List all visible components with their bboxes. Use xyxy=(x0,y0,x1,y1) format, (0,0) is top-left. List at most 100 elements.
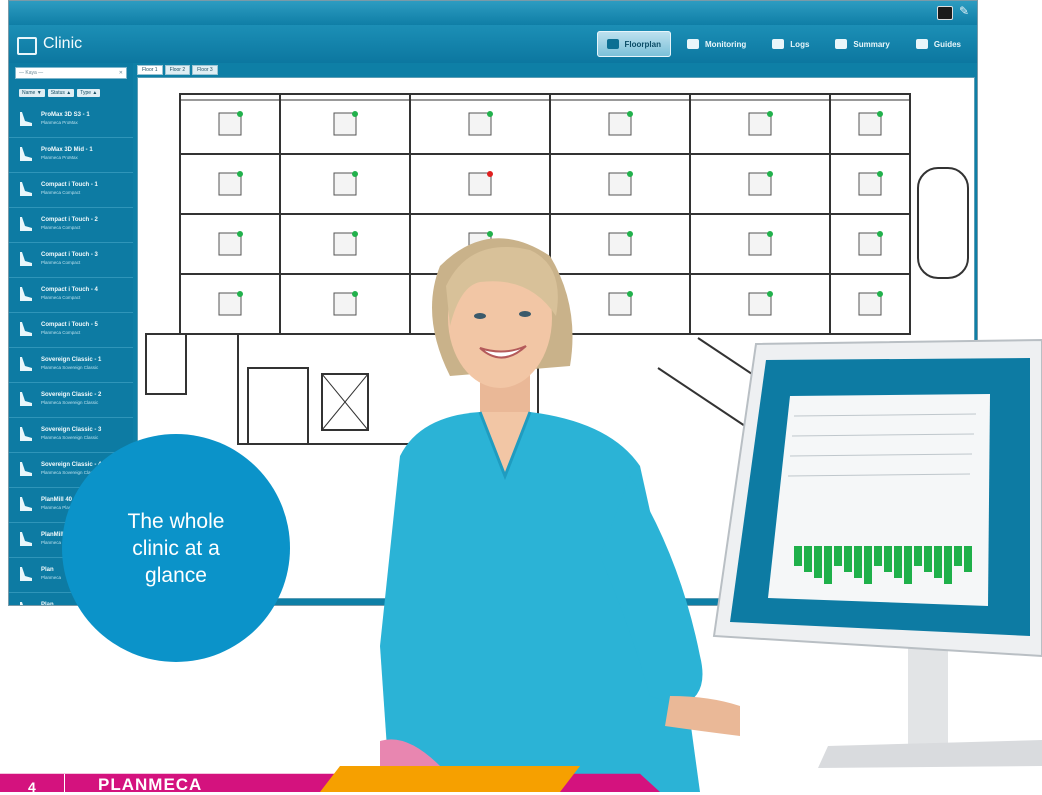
callout-bubble: The whole clinic at a glance xyxy=(62,434,290,662)
footer-orange-band xyxy=(320,766,580,792)
monitor-chart-bar xyxy=(964,546,972,572)
device-name: ProMax 3D S3 - 1 xyxy=(41,112,90,118)
room-device-marker[interactable] xyxy=(468,171,493,196)
monitor-chart-bar xyxy=(834,546,842,566)
brand-logo: PLANMECA xyxy=(98,775,203,794)
dental-chair-icon xyxy=(20,322,32,336)
xray-unit-icon xyxy=(20,147,32,161)
monitor-chart-bar xyxy=(944,546,952,584)
sidebar-device-item[interactable]: Compact i Touch - 1 Planmeca Compact xyxy=(9,173,133,208)
room-device-marker[interactable] xyxy=(218,291,243,316)
room-device-marker[interactable] xyxy=(858,171,883,196)
nav-guides-button[interactable]: Guides xyxy=(906,31,971,57)
monitoring-icon xyxy=(686,39,699,49)
room-device-marker[interactable] xyxy=(333,291,358,316)
device-model: Planmeca ProMax xyxy=(41,155,78,160)
device-model: Planmeca Compact xyxy=(41,295,81,300)
monitor-chart-bar xyxy=(844,546,852,572)
monitor-chart-bar xyxy=(794,546,802,566)
nav-summary-button[interactable]: Summary xyxy=(825,31,899,57)
room-device-marker[interactable] xyxy=(858,291,883,316)
tab-floor-1[interactable]: Floor 1 xyxy=(137,65,163,75)
milling-unit-icon xyxy=(20,602,23,605)
device-model: Planmeca Sovereign Classic xyxy=(41,435,99,440)
room-device-marker[interactable] xyxy=(218,171,243,196)
room-device-marker[interactable] xyxy=(748,171,773,196)
monitor-chart-bar xyxy=(904,546,912,584)
room-device-marker[interactable] xyxy=(218,231,243,256)
device-name: Compact i Touch - 4 xyxy=(41,287,98,293)
sidebar-device-item[interactable]: ProMax 3D Mid - 1 Planmeca ProMax xyxy=(9,138,133,173)
guides-icon xyxy=(915,39,928,49)
room-device-marker[interactable] xyxy=(333,111,358,136)
device-model: Planmeca Compact xyxy=(41,330,81,335)
room-device-marker[interactable] xyxy=(468,111,493,136)
sidebar-device-item[interactable]: Compact i Touch - 2 Planmeca Compact xyxy=(9,208,133,243)
device-filter-input[interactable]: — Kaya — ✕ xyxy=(15,67,127,79)
nav-monitoring-button[interactable]: Monitoring xyxy=(677,31,756,57)
room-device-marker[interactable] xyxy=(858,231,883,256)
sidebar-device-item[interactable]: Compact i Touch - 5 Planmeca Compact xyxy=(9,313,133,348)
logs-icon xyxy=(772,39,785,49)
room-device-marker[interactable] xyxy=(218,111,243,136)
device-model: Planmeca Compact xyxy=(41,260,81,265)
sidebar-device-item[interactable]: Compact i Touch - 3 Planmeca Compact xyxy=(9,243,133,278)
window-camera-icon[interactable] xyxy=(937,6,953,20)
monitor-chart-bar xyxy=(894,546,902,578)
monitor-chart-bar xyxy=(804,546,812,572)
room-device-marker[interactable] xyxy=(748,231,773,256)
room-device-marker[interactable] xyxy=(608,171,633,196)
device-model: Planmeca Compact xyxy=(41,190,81,195)
device-model: Planmeca Compact xyxy=(41,225,81,230)
tab-floor-3[interactable]: Floor 3 xyxy=(192,65,218,75)
device-name: ProMax 3D Mid - 1 xyxy=(41,147,93,153)
room-device-marker[interactable] xyxy=(333,231,358,256)
monitor-chart-bar xyxy=(924,546,932,572)
device-model: Planmeca xyxy=(41,540,62,545)
device-name: Plan xyxy=(41,567,54,573)
sidebar-device-item[interactable]: ProMax 3D S3 - 1 Planmeca ProMax xyxy=(9,103,133,138)
sort-type-button[interactable]: Type ▲ xyxy=(77,89,101,97)
dental-chair-icon xyxy=(20,182,32,196)
sort-name-button[interactable]: Name ▼ xyxy=(19,89,45,97)
device-name: Compact i Touch - 3 xyxy=(41,252,98,258)
monitor-chart-bar xyxy=(874,546,882,566)
milling-unit-icon xyxy=(20,532,32,546)
room-device-marker[interactable] xyxy=(858,111,883,136)
dental-chair-icon xyxy=(20,462,32,476)
dental-chair-icon xyxy=(20,392,32,406)
device-name: Sovereign Classic - 2 xyxy=(41,392,102,398)
sidebar-device-item[interactable]: Sovereign Classic - 3 Planmeca Sovereign … xyxy=(9,418,133,453)
monitor-chart-bar xyxy=(884,546,892,572)
app-title: Clinic xyxy=(43,35,83,52)
nav-label: Summary xyxy=(853,39,890,49)
clear-filter-icon[interactable]: ✕ xyxy=(119,68,123,78)
tab-floor-2[interactable]: Floor 2 xyxy=(164,65,191,75)
device-name: PlanMill xyxy=(41,532,64,538)
settings-wrench-icon[interactable]: ✎ xyxy=(959,4,969,18)
room-device-marker[interactable] xyxy=(748,111,773,136)
room-device-marker[interactable] xyxy=(748,291,773,316)
monitor-chart-bar xyxy=(854,546,862,578)
device-model: Planmeca xyxy=(41,575,62,580)
sidebar-device-item[interactable]: Sovereign Classic - 2 Planmeca Sovereign … xyxy=(9,383,133,418)
room-device-marker[interactable] xyxy=(333,171,358,196)
sidebar-device-item[interactable]: Compact i Touch - 4 Planmeca Compact xyxy=(9,278,133,313)
dental-chair-icon xyxy=(20,217,32,231)
app-header: Clinic Floorplan Monitoring Logs Summary… xyxy=(9,25,977,63)
device-model: Planmeca Sovereign Classic xyxy=(41,365,99,370)
sort-buttons: Name ▼ Status ▲ Type ▲ xyxy=(19,89,127,97)
sidebar-device-item[interactable]: Sovereign Classic - 1 Planmeca Sovereign … xyxy=(9,348,133,383)
sort-status-button[interactable]: Status ▲ xyxy=(47,89,75,97)
nav-logs-button[interactable]: Logs xyxy=(762,31,819,57)
room-device-marker[interactable] xyxy=(608,111,633,136)
desktop-monitor-image xyxy=(712,338,1042,768)
device-filter-value: — Kaya — xyxy=(19,70,44,76)
page-footer: 4 PLANMECA xyxy=(0,766,1042,795)
nav-floorplan-button[interactable]: Floorplan xyxy=(596,31,671,57)
device-name: Sovereign Classic - 4 xyxy=(41,462,102,468)
device-name: Sovereign Classic - 1 xyxy=(41,357,102,363)
monitor-chart-bar xyxy=(864,546,872,584)
nav-label: Monitoring xyxy=(704,39,747,49)
monitor-chart-bar xyxy=(824,546,832,584)
